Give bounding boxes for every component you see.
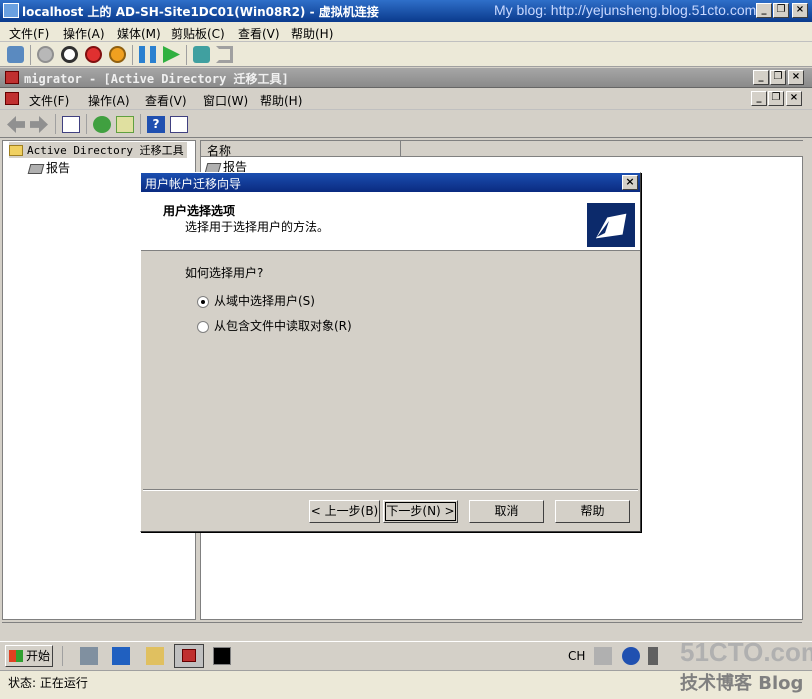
app-menu-action[interactable]: 操作(A): [88, 92, 130, 109]
powershell-icon[interactable]: [112, 647, 130, 665]
pause-icon[interactable]: [139, 46, 156, 63]
site-logo-watermark: 51CTO.com: [680, 637, 812, 667]
turn-off-icon[interactable]: [61, 46, 78, 63]
column-header-name-label: 名称: [207, 144, 232, 158]
vm-menu-action[interactable]: 操作(A): [63, 25, 105, 42]
start-button-label: 开始: [26, 649, 51, 663]
cancel-button[interactable]: 取消: [469, 500, 544, 523]
app-menu-window[interactable]: 窗口(W): [203, 92, 248, 109]
minimize-button[interactable]: _: [756, 3, 772, 18]
migrator-task-button[interactable]: [174, 644, 204, 668]
dialog-titlebar: 用户帐户迁移向导 ×: [141, 173, 640, 192]
network-icon[interactable]: [648, 647, 658, 665]
read-from-include-file-radio[interactable]: 从包含文件中读取对象(R): [197, 317, 352, 334]
server-manager-icon[interactable]: [80, 647, 98, 665]
vm-toolbar: [0, 42, 812, 67]
app-titlebar: migrator - [Active Directory 迁移工具] _ ❐ ×: [0, 68, 812, 88]
blog-watermark: My blog: http://yejunsheng.blog.51cto.co…: [494, 2, 757, 18]
migrator-icon: [5, 71, 19, 84]
user-migration-wizard-dialog: 用户帐户迁移向导 × 用户选择选项 选择用于选择用户的方法。 如何选择用户? 从…: [140, 172, 641, 532]
child-close-button[interactable]: ×: [786, 91, 802, 106]
help-tray-icon[interactable]: [622, 647, 640, 665]
app-menu-help[interactable]: 帮助(H): [260, 92, 302, 109]
vm-window-title: localhost 上的 AD-SH-Site1DC01(Win08R2) - …: [22, 5, 379, 19]
select-from-domain-radio[interactable]: 从域中选择用户(S): [197, 292, 315, 309]
app-menu-view[interactable]: 查看(V): [145, 92, 187, 109]
vm-titlebar: localhost 上的 AD-SH-Site1DC01(Win08R2) - …: [0, 0, 812, 22]
input-language[interactable]: CH: [568, 649, 585, 663]
next-button[interactable]: 下一步(N) >: [383, 500, 458, 523]
vm-menubar: 文件(F) 操作(A) 媒体(M) 剪贴板(C) 查看(V) 帮助(H): [0, 22, 812, 42]
console-icon: [5, 92, 19, 105]
migrator-task-icon: [182, 649, 196, 662]
vm-monitor-icon: [3, 3, 19, 18]
reports-icon: [27, 163, 45, 174]
keyboard-icon[interactable]: [594, 647, 612, 665]
tree-root[interactable]: Active Directory 迁移工具: [9, 142, 187, 158]
start-vm-icon[interactable]: [37, 46, 54, 63]
start-button[interactable]: 开始: [5, 645, 53, 667]
app-minimize-button[interactable]: _: [753, 70, 769, 85]
app-menubar: 文件(F) 操作(A) 查看(V) 窗口(W) 帮助(H) _ ❐ ×: [0, 89, 812, 110]
properties-icon[interactable]: [170, 116, 188, 133]
dialog-close-button[interactable]: ×: [622, 175, 638, 190]
export-list-icon[interactable]: [116, 116, 134, 133]
vm-menu-clipboard[interactable]: 剪贴板(C): [171, 25, 225, 42]
forward-arrow-icon[interactable]: [30, 116, 48, 133]
column-header-empty[interactable]: [401, 141, 803, 157]
site-tagline-watermark: 技术博客 Blog: [680, 673, 804, 694]
ctrl-alt-del-icon[interactable]: [7, 46, 24, 63]
cmd-icon[interactable]: [213, 647, 231, 665]
app-toolbar: ?: [0, 111, 812, 138]
vm-menu-view[interactable]: 查看(V): [238, 25, 280, 42]
resume-icon[interactable]: [163, 46, 180, 63]
select-users-question: 如何选择用户?: [185, 266, 264, 280]
dialog-header-title: 用户选择选项: [163, 204, 236, 218]
vm-status-text: 状态: 正在运行: [8, 676, 88, 690]
vm-menu-file[interactable]: 文件(F): [9, 25, 49, 42]
tree-item-reports-label: 报告: [46, 161, 71, 175]
back-arrow-icon[interactable]: [7, 116, 25, 133]
dialog-header: 用户选择选项 选择用于选择用户的方法。: [141, 192, 640, 251]
help-button[interactable]: 帮助: [555, 500, 630, 523]
refresh-icon[interactable]: [93, 116, 111, 133]
select-from-domain-label: 从域中选择用户(S): [214, 294, 315, 308]
dialog-title: 用户帐户迁移向导: [145, 177, 242, 191]
dialog-separator: [143, 489, 638, 491]
close-button[interactable]: ×: [792, 3, 808, 18]
back-button[interactable]: < 上一步(B): [309, 500, 380, 523]
save-state-icon[interactable]: [109, 46, 126, 63]
app-menu-file[interactable]: 文件(F): [29, 92, 69, 109]
vm-menu-help[interactable]: 帮助(H): [291, 25, 333, 42]
column-header-name[interactable]: 名称: [201, 141, 401, 158]
explorer-icon[interactable]: [146, 647, 164, 665]
reports-icon: [204, 162, 222, 173]
child-restore-button[interactable]: ❐: [768, 91, 784, 106]
radio-checked-icon: [197, 295, 209, 308]
snapshot-icon[interactable]: [193, 46, 210, 63]
folder-icon: [9, 145, 23, 156]
app-close-button[interactable]: ×: [788, 70, 804, 85]
show-hide-tree-icon[interactable]: [62, 116, 80, 133]
vm-menu-media[interactable]: 媒体(M): [117, 25, 161, 42]
tree-item-reports[interactable]: 报告: [27, 159, 71, 176]
restore-button[interactable]: ❐: [773, 3, 789, 18]
app-window-title: migrator - [Active Directory 迁移工具]: [24, 72, 289, 86]
child-minimize-button[interactable]: _: [751, 91, 767, 106]
tree-root-label: Active Directory 迁移工具: [27, 144, 184, 157]
shutdown-icon[interactable]: [85, 46, 102, 63]
dialog-header-subtitle: 选择用于选择用户的方法。: [185, 220, 330, 234]
app-restore-button[interactable]: ❐: [770, 70, 786, 85]
windows-logo-icon: [9, 650, 23, 662]
help-icon[interactable]: ?: [147, 116, 165, 133]
read-from-include-file-label: 从包含文件中读取对象(R): [214, 319, 352, 333]
wizard-migrate-icon: [587, 203, 635, 247]
revert-icon[interactable]: [216, 46, 233, 63]
radio-unchecked-icon: [197, 320, 209, 333]
